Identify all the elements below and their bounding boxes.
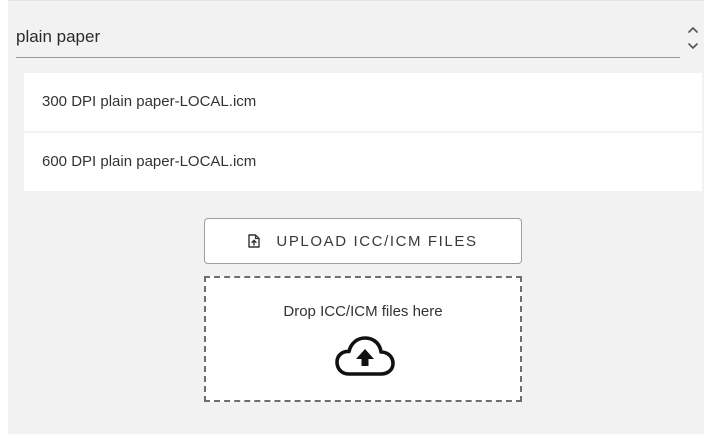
file-drop-zone[interactable]: Drop ICC/ICM files here [204,276,522,402]
list-item-label: 300 DPI plain paper-LOCAL.icm [42,93,257,110]
cloud-upload-icon [335,336,395,376]
chevron-up-down-icon[interactable] [684,21,702,55]
icc-profile-panel: plain paper 300 DPI plain paper-LOCAL.ic… [8,0,704,434]
file-upload-icon [248,234,261,248]
upload-button-label: UPLOAD ICC/ICM FILES [276,232,478,250]
profile-list: 300 DPI plain paper-LOCAL.icm 600 DPI pl… [24,73,702,193]
list-item[interactable]: 600 DPI plain paper-LOCAL.icm [24,133,702,191]
list-item-label: 600 DPI plain paper-LOCAL.icm [42,153,257,170]
profile-select-value[interactable]: plain paper [16,27,100,47]
list-item[interactable]: 300 DPI plain paper-LOCAL.icm [24,73,702,131]
profile-select[interactable]: plain paper [16,17,704,59]
upload-files-button[interactable]: UPLOAD ICC/ICM FILES [204,218,522,264]
drop-zone-text: Drop ICC/ICM files here [283,303,443,320]
select-underline [16,57,680,58]
